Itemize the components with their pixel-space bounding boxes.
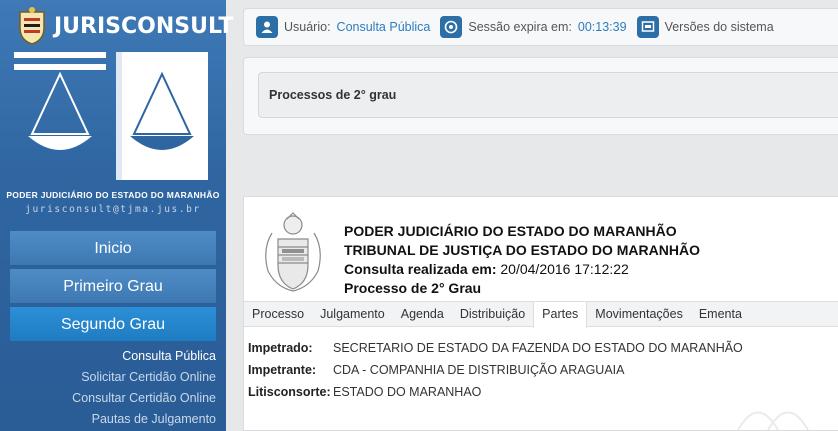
sidebar: JURISCONSULT PODER JUDICIÁRIO DO ESTADO … [0,0,233,431]
main-nav: Inicio Primeiro Grau Segundo Grau [10,231,216,345]
party-value: CDA - COMPANHIA DE DISTRIBUIÇÃO ARAGUAIA [333,363,625,377]
user-value[interactable]: Consulta Pública [337,20,431,34]
party-label: Impetrado: [248,341,313,355]
contact-email: jurisconsult@tjma.jus.br [25,204,201,215]
party-value: SECRETARIO DE ESTADO DA FAZENDA DO ESTAD… [333,341,743,355]
process-title: Processos de 2° grau [269,88,397,102]
report-header-line4: Processo de 2° Grau [344,280,482,296]
report-header-line1: PODER JUDICIÁRIO DO ESTADO DO MARANHÃO [344,223,677,239]
tab-agenda[interactable]: Agenda [393,302,452,326]
party-label: Impetrante: [248,363,317,377]
versions-link[interactable]: Versões do sistema [665,20,774,34]
nav-item-primeiro-grau[interactable]: Primeiro Grau [10,269,216,304]
consult-date-value: 20/04/2016 17:12:22 [500,261,629,277]
sub-item-consultar-certidao[interactable]: Consultar Certidão Online [0,388,216,409]
tab-movimentacoes[interactable]: Movimentações [587,302,691,326]
top-bar: Usuário: Consulta Pública Sessão expira … [243,8,838,46]
report-panel: PODER JUDICIÁRIO DO ESTADO DO MARANHÃO T… [243,196,838,431]
party-label: Litisconsorte: [248,385,331,399]
user-icon [256,16,278,38]
tab-ementa[interactable]: Ementa [691,302,750,326]
session-countdown: 00:13:39 [577,20,627,34]
sub-nav: Consulta Pública Solicitar Certidão Onli… [0,346,216,430]
brand-area: JURISCONSULT PODER JUDICIÁRIO DO ESTADO … [0,0,233,224]
party-row: Impetrante: CDA - COMPANHIA DE DISTRIBUI… [244,359,838,381]
state-seal-icon [265,212,321,292]
sub-item-consulta-publica[interactable]: Consulta Pública [0,346,216,367]
nav-item-segundo-grau[interactable]: Segundo Grau [10,307,216,342]
nav-item-inicio[interactable]: Inicio [10,231,216,266]
logo-text: JURISCONSULT [54,13,234,39]
report-tabs: Processo Julgamento Agenda Distribuição … [244,301,838,328]
tab-julgamento[interactable]: Julgamento [312,302,393,326]
watermark-laurel-icon [737,411,809,430]
report-consult-date: Consulta realizada em: 20/04/2016 17:12:… [344,261,629,277]
tab-distribuicao[interactable]: Distribuição [452,302,533,326]
court-name: PODER JUDICIÁRIO DO ESTADO DO MARANHÃO [6,190,220,200]
justice-scales-logo-icon [14,52,208,180]
session-label: Sessão expira em: [468,20,572,34]
session-timer-icon [440,16,463,38]
sub-item-solicitar-certidao[interactable]: Solicitar Certidão Online [0,367,216,388]
process-panel: Processos de 2° grau [243,57,838,135]
versions-icon [636,16,659,38]
sub-item-pautas-julgamento[interactable]: Pautas de Julgamento [0,409,216,430]
report-header-line2: TRIBUNAL DE JUSTIÇA DO ESTADO DO MARANHÃ… [344,242,700,258]
coat-of-arms-icon [19,7,45,45]
tab-partes[interactable]: Partes [533,302,588,328]
party-value: ESTADO DO MARANHAO [333,385,482,399]
user-label: Usuário: [284,20,331,34]
tab-processo[interactable]: Processo [244,302,312,326]
party-row: Impetrado: SECRETARIO DE ESTADO DA FAZEN… [244,337,838,359]
logo[interactable]: JURISCONSULT [14,4,233,48]
consult-date-label: Consulta realizada em: [344,261,497,277]
process-title-box: Processos de 2° grau [258,72,838,118]
